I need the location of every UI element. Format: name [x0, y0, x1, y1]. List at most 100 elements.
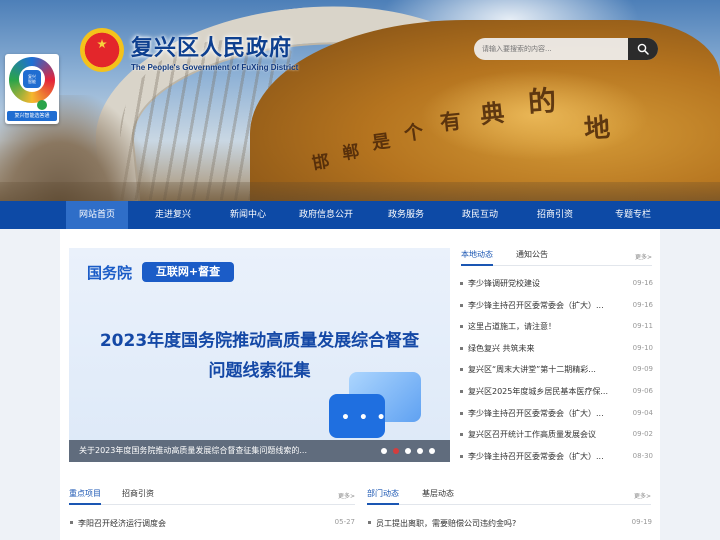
- bullet-icon: [460, 433, 463, 437]
- qr-code-icon: 复兴 智能: [9, 57, 55, 103]
- list-item[interactable]: 李少锋主持召开区委常委会（扩大）... 09-04: [459, 403, 653, 425]
- news-title[interactable]: 李少锋主持召开区委常委会（扩大）...: [468, 451, 608, 462]
- slider-dot[interactable]: [429, 448, 435, 454]
- slider-dot-active[interactable]: [393, 448, 399, 454]
- key-projects-more-link[interactable]: 更多>: [338, 491, 355, 500]
- qr-logo-line2: 智能: [28, 79, 36, 84]
- news-tabs: 本地动态 通知公告 更多>: [461, 246, 652, 266]
- page: 邯 郸 是 个 有 典 的 地 复兴区人民政府 The People's Gov…: [0, 0, 720, 540]
- news-list: 李少锋调研党校建设 09-16 李少锋主持召开区委常委会（扩大）... 09-16 …: [459, 273, 653, 467]
- news-title[interactable]: 李少锋调研党校建设: [468, 278, 608, 289]
- news-date: 09-16: [632, 300, 653, 309]
- bullet-icon: [460, 368, 463, 372]
- list-item[interactable]: 李少锋调研党校建设 09-16: [459, 273, 653, 295]
- dept-news-tabs: 部门动态 基层动态 更多>: [367, 485, 651, 505]
- chat-dots: • • •: [341, 410, 388, 426]
- news-title[interactable]: 这里占道施工，请注意！: [468, 321, 608, 332]
- project-date: 05-27: [334, 518, 355, 526]
- news-title[interactable]: 复兴区召开统计工作高质量发展会议: [468, 429, 608, 440]
- search-button[interactable]: [628, 38, 658, 60]
- bullet-icon: [70, 521, 73, 524]
- nav-item-about[interactable]: 走进复兴: [130, 201, 216, 229]
- list-item[interactable]: 李少锋主持召开区委常委会（扩大）... 09-16: [459, 295, 653, 317]
- banner-calligraphy-char: 有: [438, 107, 463, 136]
- tab-notices[interactable]: 通知公告: [516, 249, 548, 260]
- slider-dot[interactable]: [405, 448, 411, 454]
- nav-item-news[interactable]: 新闻中心: [216, 201, 280, 229]
- list-item[interactable]: 复兴区“周末大讲堂”第十二期精彩... 09-09: [459, 359, 653, 381]
- bullet-icon: [460, 303, 463, 307]
- smart-service-qr-widget[interactable]: 复兴 智能 复兴智能选答通: [5, 54, 59, 124]
- nav-item-services[interactable]: 政务服务: [372, 201, 440, 229]
- slider-dots: [381, 448, 435, 454]
- slide-caption-bar: 关于2023年度国务院推动高质量发展综合督查征集问题线索的...: [69, 440, 450, 462]
- search-input[interactable]: [474, 38, 624, 60]
- news-date: 08-30: [632, 451, 653, 460]
- tab-grassroots-news[interactable]: 基层动态: [422, 488, 454, 499]
- list-item[interactable]: 复兴区召开统计工作高质量发展会议 09-02: [459, 424, 653, 446]
- list-item[interactable]: 绿色复兴 共筑未来 09-10: [459, 338, 653, 360]
- banner-calligraphy-char: 的: [526, 84, 558, 119]
- news-title[interactable]: 李少锋主持召开区委常委会（扩大）...: [468, 408, 608, 419]
- tab-key-projects[interactable]: 重点项目: [69, 488, 101, 505]
- slider-dot[interactable]: [417, 448, 423, 454]
- wechat-badge-icon: [37, 100, 47, 110]
- bullet-icon: [460, 282, 463, 285]
- site-title[interactable]: 复兴区人民政府: [131, 30, 292, 62]
- news-date: 09-04: [632, 408, 653, 417]
- banner-calligraphy-char: 个: [402, 120, 425, 146]
- bullet-icon: [460, 454, 463, 458]
- list-item[interactable]: 这里占道施工，请注意！ 09-11: [459, 316, 653, 338]
- national-emblem-icon[interactable]: [80, 28, 124, 72]
- bullet-icon: [460, 389, 463, 393]
- bullet-icon: [460, 411, 463, 415]
- news-date: 09-16: [632, 279, 653, 287]
- news-date: 09-02: [632, 430, 653, 439]
- news-title[interactable]: 李少锋主持召开区委常委会（扩大）...: [468, 300, 608, 311]
- banner-ground: [0, 182, 720, 201]
- list-item[interactable]: 复兴区2025年度城乡居民基本医疗保... 09-06: [459, 381, 653, 403]
- qr-label: 复兴智能选答通: [7, 111, 57, 121]
- tab-dept-news[interactable]: 部门动态: [367, 488, 399, 505]
- chat-bubble-icon: • • •: [329, 372, 429, 448]
- nav-item-investment[interactable]: 招商引资: [520, 201, 590, 229]
- banner-calligraphy-char: 地: [583, 113, 612, 145]
- dept-news-more-link[interactable]: 更多>: [634, 491, 651, 500]
- qr-center: 复兴 智能: [19, 66, 45, 92]
- bullet-icon: [368, 521, 371, 524]
- tab-local-news[interactable]: 本地动态: [461, 249, 493, 266]
- news-date: 09-11: [632, 322, 653, 331]
- slide-caption-link[interactable]: 关于2023年度国务院推动高质量发展综合督查征集问题线索的...: [79, 445, 311, 456]
- news-title[interactable]: 复兴区“周末大讲堂”第十二期精彩...: [468, 364, 608, 375]
- site-subtitle: The People's Government of FuXing Distri…: [131, 63, 299, 72]
- main-nav: 网站首页 走进复兴 新闻中心 政府信息公开 政务服务 政民互动 招商引资 专题专…: [0, 201, 720, 229]
- nav-item-gov-info[interactable]: 政府信息公开: [280, 201, 372, 229]
- bullet-icon: [460, 325, 463, 329]
- slider-dot[interactable]: [381, 448, 387, 454]
- banner-calligraphy-char: 是: [370, 130, 392, 155]
- news-date: 09-10: [632, 343, 653, 352]
- news-title[interactable]: 复兴区2025年度城乡居民基本医疗保...: [468, 386, 608, 397]
- list-item[interactable]: 李少锋主持召开区委常委会（扩大）... 08-30: [459, 446, 653, 468]
- news-date: 09-09: [632, 365, 653, 374]
- bullet-icon: [460, 346, 463, 350]
- tab-investment[interactable]: 招商引资: [122, 488, 154, 499]
- banner-calligraphy-char: 典: [478, 97, 506, 130]
- news-slider[interactable]: 国务院 互联网+督查 2023年度国务院推动高质量发展综合督查 问题线索征集 •…: [69, 248, 450, 462]
- slide-tag-internet-supervision: 互联网+督查: [142, 262, 234, 282]
- dept-news-date: 09-19: [631, 518, 652, 526]
- news-title[interactable]: 绿色复兴 共筑未来: [468, 343, 608, 354]
- project-title[interactable]: 李阳召开经济运行调度会: [78, 518, 166, 529]
- search-icon: [637, 43, 649, 55]
- news-date: 09-06: [632, 386, 653, 395]
- header-banner: 邯 郸 是 个 有 典 的 地 复兴区人民政府 The People's Gov…: [0, 0, 720, 201]
- qr-logo: 复兴 智能: [23, 70, 41, 88]
- nav-item-topics[interactable]: 专题专栏: [590, 201, 676, 229]
- search-box: [474, 38, 658, 60]
- nav-item-home[interactable]: 网站首页: [66, 201, 128, 229]
- key-projects-tabs: 重点项目 招商引资 更多>: [69, 485, 355, 505]
- nav-item-interaction[interactable]: 政民互动: [440, 201, 520, 229]
- news-more-link[interactable]: 更多>: [635, 252, 652, 261]
- slide-tag-state-council: 国务院: [87, 264, 133, 282]
- dept-news-title[interactable]: 员工提出离职，需要赔偿公司违约金吗?: [376, 518, 516, 529]
